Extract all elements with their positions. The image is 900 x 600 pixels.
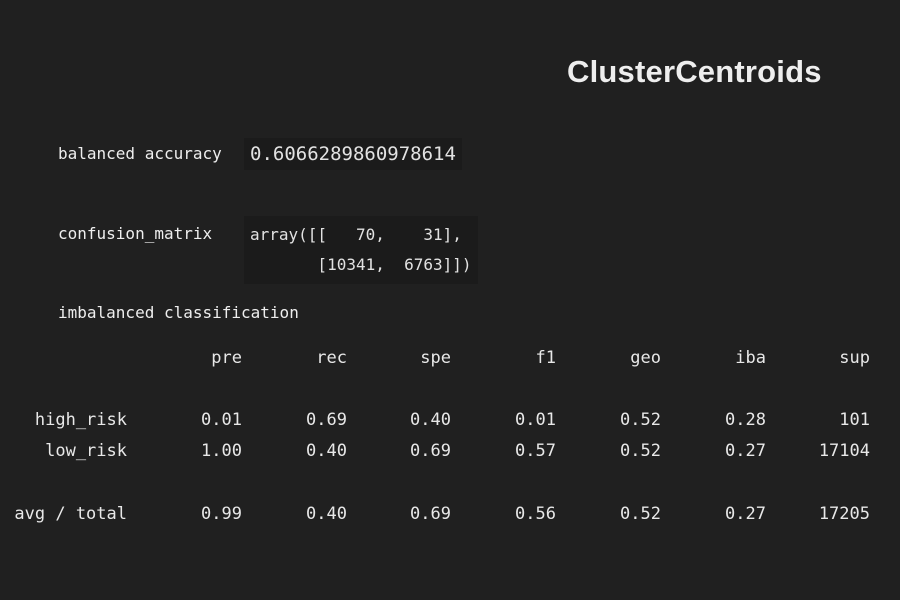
table-cell: 0.40 — [410, 410, 451, 430]
table-cell: 0.40 — [306, 441, 347, 461]
table-cell: 0.01 — [201, 410, 242, 430]
table-cell: 0.69 — [410, 504, 451, 524]
table-cell: 0.01 — [515, 410, 556, 430]
confusion-matrix-label: confusion_matrix — [58, 224, 213, 243]
table-cell: 101 — [839, 410, 870, 430]
table-cell: 0.52 — [620, 410, 661, 430]
table-cell: 1.00 — [201, 441, 242, 461]
table-cell: 0.27 — [725, 441, 766, 461]
table-cell: 0.56 — [515, 504, 556, 524]
balanced-accuracy-label: balanced accuracy — [58, 144, 222, 163]
confusion-matrix-output: array([[ 70, 31], [10341, 6763]]) — [244, 216, 478, 284]
row-label: low_risk — [45, 441, 127, 461]
table-cell: 0.28 — [725, 410, 766, 430]
table-cell: 0.40 — [306, 504, 347, 524]
row-label: avg / total — [14, 504, 127, 524]
table-cell: 0.57 — [515, 441, 556, 461]
column-header: iba — [735, 348, 766, 368]
column-header: geo — [630, 348, 661, 368]
confusion-matrix-line-1: array([[ 70, 31], — [250, 225, 462, 244]
table-cell: 0.52 — [620, 441, 661, 461]
report-header-row: pre rec spe f1 geo iba sup — [0, 348, 900, 372]
table-cell: 0.69 — [306, 410, 347, 430]
column-header: rec — [316, 348, 347, 368]
balanced-accuracy-value: 0.6066289860978614 — [244, 138, 462, 170]
table-row: high_risk 0.01 0.69 0.40 0.01 0.52 0.28 … — [0, 410, 900, 434]
table-cell: 0.99 — [201, 504, 242, 524]
row-label: high_risk — [34, 410, 127, 430]
page-title: ClusterCentroids — [567, 54, 822, 89]
table-row: avg / total 0.99 0.40 0.69 0.56 0.52 0.2… — [0, 504, 900, 528]
table-cell: 17104 — [818, 441, 870, 461]
column-header: pre — [211, 348, 242, 368]
report-heading: imbalanced classification — [58, 303, 299, 322]
column-header: f1 — [535, 348, 556, 368]
table-row: low_risk 1.00 0.40 0.69 0.57 0.52 0.27 1… — [0, 441, 900, 465]
table-cell: 0.69 — [410, 441, 451, 461]
column-header: sup — [839, 348, 870, 368]
table-cell: 0.52 — [620, 504, 661, 524]
table-cell: 17205 — [818, 504, 870, 524]
table-cell: 0.27 — [725, 504, 766, 524]
confusion-matrix-line-2: [10341, 6763]]) — [250, 255, 472, 274]
column-header: spe — [420, 348, 451, 368]
